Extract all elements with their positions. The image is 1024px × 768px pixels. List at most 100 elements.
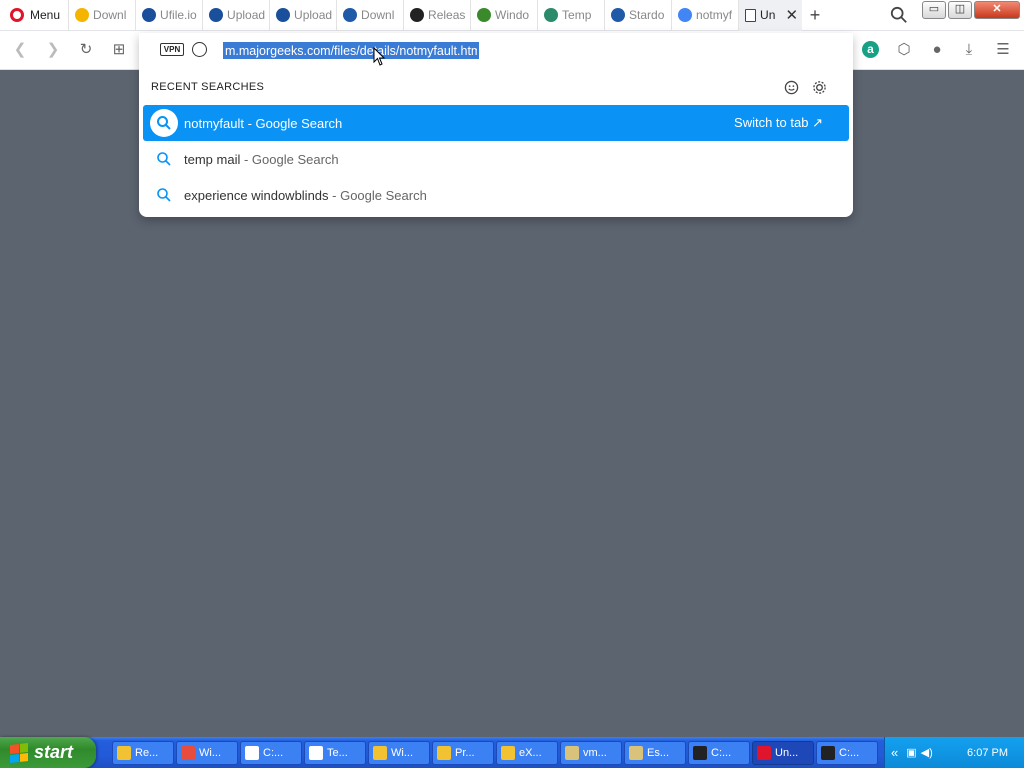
extensions-cube-icon[interactable]: ⬡ — [894, 40, 914, 60]
tab-5[interactable]: Releas — [403, 0, 470, 31]
taskbar-button-11[interactable]: C:... — [816, 740, 878, 765]
back-icon[interactable]: ❮ — [10, 40, 30, 60]
tab-3[interactable]: Upload — [269, 0, 336, 31]
switch-to-tab-button[interactable]: Switch to tab ↗ — [734, 115, 823, 131]
tab-8[interactable]: Stardo — [604, 0, 671, 31]
taskbar-button-0[interactable]: Re... — [112, 740, 174, 765]
tiles-icon[interactable]: ⊞ — [109, 40, 129, 60]
taskbar-button-7[interactable]: vm... — [560, 740, 622, 765]
easy-setup-icon[interactable]: ☰ — [993, 40, 1013, 60]
suggestion-suffix: - Google Search — [243, 115, 343, 131]
app-icon — [501, 745, 515, 760]
taskbar-button-4[interactable]: Wi... — [368, 740, 430, 765]
suggestion-row-1[interactable]: temp mail - Google Search — [143, 141, 849, 177]
app-icon — [821, 745, 835, 760]
tab-strip: Menu Downl Ufile.io Upload Upload Downl Relea… — [0, 0, 1024, 31]
taskbar-button-label: Pr... — [455, 746, 475, 759]
volume-icon[interactable]: ◀) — [921, 746, 933, 759]
windowblinds-icon — [477, 8, 492, 22]
github-icon — [410, 8, 425, 22]
taskbar-button-label: Wi... — [391, 746, 413, 759]
suggestion-row-0[interactable]: notmyfault - Google Search Switch to tab… — [143, 105, 849, 141]
windows-taskbar: start Re... Wi... C:... Te... Wi... Pr... eX..… — [0, 737, 1024, 768]
taskbar-button-8[interactable]: Es... — [624, 740, 686, 765]
tab-label: Downl — [361, 8, 395, 22]
tab-label: Downl — [93, 8, 127, 22]
restore-button[interactable]: ◫ — [948, 1, 972, 19]
taskbar-button-2[interactable]: C:... — [240, 740, 302, 765]
taskbar-button-1[interactable]: Wi... — [176, 740, 238, 765]
globe-icon[interactable] — [192, 42, 207, 57]
search-icon — [150, 145, 178, 173]
tray-expand-icon[interactable]: « — [891, 745, 898, 760]
app-icon — [565, 745, 579, 760]
vpn-badge[interactable]: VPN — [160, 43, 184, 56]
system-tray: « ▣ ◀) 6:07 PM — [884, 737, 1024, 768]
taskbar-button-label: C:... — [263, 746, 284, 759]
reload-icon[interactable]: ↻ — [76, 40, 96, 60]
address-bar-input[interactable] — [223, 42, 479, 59]
tab-label: Ufile.io — [160, 8, 197, 22]
suggestion-row-2[interactable]: experience windowblinds - Google Search — [143, 177, 849, 213]
tab-search-icon[interactable] — [890, 6, 908, 24]
app-icon — [757, 745, 771, 760]
active-tab-label: Un — [760, 8, 776, 22]
opera-menu-button[interactable]: Menu — [0, 0, 68, 31]
tab-label: Upload — [227, 8, 266, 22]
search-icon — [150, 109, 178, 137]
tab-label: Stardo — [629, 8, 665, 22]
app-icon — [437, 745, 451, 760]
windows-flag-icon — [10, 742, 28, 763]
ufile-icon — [209, 8, 224, 22]
taskbar-button-10[interactable]: Un... — [752, 740, 814, 765]
taskbar-button-label: Un... — [775, 746, 799, 759]
start-label: start — [34, 742, 74, 762]
tab-4[interactable]: Downl — [336, 0, 403, 31]
new-tab-button[interactable]: + — [802, 5, 828, 26]
stardock-icon — [611, 8, 626, 22]
opera-logo-icon — [10, 8, 24, 22]
settings-gear-icon[interactable] — [812, 80, 827, 95]
tab-label: Upload — [294, 8, 333, 22]
active-tab[interactable]: Un ✕ — [738, 0, 803, 31]
tab-2[interactable]: Upload — [202, 0, 269, 31]
minimize-button[interactable]: ▭ — [922, 1, 946, 19]
tab-9[interactable]: notmyf — [671, 0, 738, 31]
download-icon[interactable]: ⤓ — [959, 40, 979, 60]
suggestion-suffix: - Google Search — [328, 187, 427, 203]
profile-icon[interactable]: ● — [927, 40, 947, 60]
taskbar-button-label: C:... — [711, 746, 732, 759]
tab-0[interactable]: Downl — [68, 0, 135, 31]
taskbar-button-5[interactable]: Pr... — [432, 740, 494, 765]
aria-icon[interactable]: a — [862, 41, 879, 58]
close-tab-icon[interactable]: ✕ — [785, 6, 798, 24]
forward-icon[interactable]: ❯ — [43, 40, 63, 60]
app-icon — [181, 745, 195, 760]
app-icon — [117, 745, 131, 760]
tab-label: Windo — [495, 8, 530, 22]
recent-searches-label: RECENT SEARCHES — [151, 81, 265, 93]
switch-to-tab-label: Switch to tab — [734, 115, 809, 130]
taskbar-button-label: Es... — [647, 746, 670, 759]
tab-6[interactable]: Windo — [470, 0, 537, 31]
emoji-icon[interactable] — [784, 80, 799, 95]
tab-1[interactable]: Ufile.io — [135, 0, 202, 31]
suggestion-query: experience windowblinds — [184, 187, 329, 203]
taskbar-button-9[interactable]: C:... — [688, 740, 750, 765]
taskbar-button-3[interactable]: Te... — [304, 740, 366, 765]
app-icon — [309, 745, 323, 760]
page-icon — [745, 8, 757, 22]
taskbar-button-label: eX... — [519, 746, 542, 759]
tab-label: notmyf — [696, 8, 733, 22]
close-window-button[interactable]: ✕ — [974, 1, 1020, 19]
start-button[interactable]: start — [0, 737, 96, 768]
clock[interactable]: 6:07 PM — [967, 747, 1008, 759]
taskbar-button-6[interactable]: eX... — [496, 740, 558, 765]
network-icon[interactable]: ▣ — [906, 746, 916, 759]
taskbar-button-label: vm... — [583, 746, 607, 759]
ufile-icon — [142, 8, 157, 22]
suggestion-suffix: - Google Search — [240, 151, 339, 167]
stardock-icon — [343, 8, 358, 22]
address-dropdown: VPN RECENT SEARCHES notmyfault - Google … — [139, 33, 853, 217]
tab-7[interactable]: Temp — [537, 0, 604, 31]
